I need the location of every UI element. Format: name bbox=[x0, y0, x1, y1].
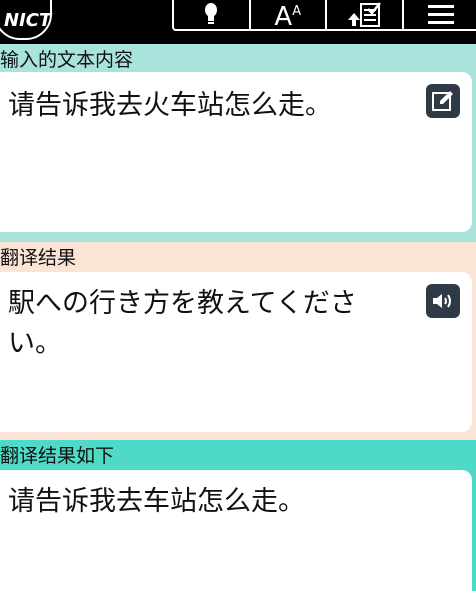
input-section-label: 输入的文本内容 bbox=[0, 46, 476, 74]
input-text: 请告诉我去火车站怎么走。 bbox=[8, 86, 400, 126]
translation-section-label: 翻译结果 bbox=[0, 244, 476, 272]
hint-button[interactable] bbox=[174, 0, 251, 29]
speak-button[interactable] bbox=[426, 284, 460, 318]
edit-icon bbox=[431, 89, 455, 113]
back-translation-section-label: 翻译结果如下 bbox=[0, 442, 476, 470]
edit-button[interactable] bbox=[426, 84, 460, 118]
lightbulb-icon bbox=[203, 2, 219, 26]
menu-icon bbox=[428, 4, 454, 24]
back-translation-panel: 翻译结果如下 请告诉我去车站怎么走。 bbox=[0, 440, 476, 591]
app-header: NICT AA bbox=[0, 0, 476, 44]
font-size-button[interactable]: AA bbox=[251, 0, 328, 29]
toolbar: AA bbox=[172, 0, 476, 31]
menu-button[interactable] bbox=[404, 0, 476, 29]
input-text-card[interactable]: 请告诉我去火车站怎么走。 bbox=[0, 72, 472, 232]
nict-logo: NICT bbox=[0, 0, 52, 40]
back-translation-text: 请告诉我去车站怎么走。 bbox=[8, 482, 400, 522]
font-size-icon: AA bbox=[274, 0, 301, 30]
history-icon bbox=[346, 0, 382, 28]
speaker-icon bbox=[431, 291, 455, 311]
translation-panel: 翻译结果 駅への行き方を教えてください。 bbox=[0, 242, 476, 440]
translation-text: 駅への行き方を教えてください。 bbox=[8, 284, 400, 364]
history-button[interactable] bbox=[327, 0, 404, 29]
font-size-icon-label: A bbox=[274, 2, 292, 32]
translation-text-card: 駅への行き方を教えてください。 bbox=[0, 272, 472, 432]
back-translation-text-card: 请告诉我去车站怎么走。 bbox=[0, 470, 472, 600]
logo-text: NICT bbox=[4, 10, 51, 31]
input-panel: 输入的文本内容 请告诉我去火车站怎么走。 bbox=[0, 44, 476, 242]
font-size-icon-sup: A bbox=[292, 4, 301, 19]
